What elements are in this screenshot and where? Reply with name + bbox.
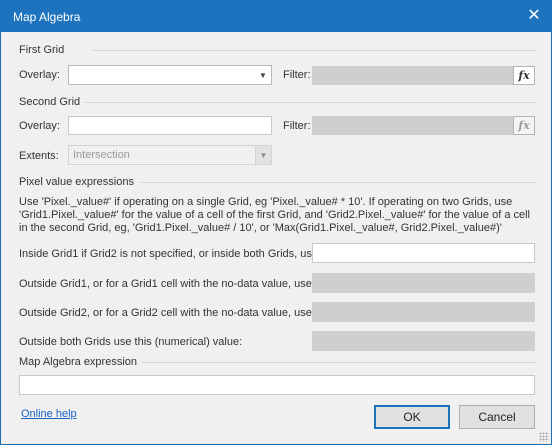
map-algebra-dialog: Map Algebra ✕ First Grid Overlay: ▼ Filt… <box>0 0 552 445</box>
first-filter-fx-icon[interactable]: fx <box>513 66 535 85</box>
second-grid-title: Second Grid <box>19 96 81 108</box>
ok-button[interactable]: OK <box>374 405 450 429</box>
outside-grid2-label: Outside Grid2, or for a Grid2 cell with … <box>19 307 315 319</box>
first-grid-separator <box>93 50 536 51</box>
map-algebra-separator <box>142 362 536 363</box>
pixel-expressions-separator <box>141 182 536 183</box>
second-filter-fx-icon: fx <box>513 116 535 135</box>
close-icon[interactable]: ✕ <box>517 1 551 29</box>
extents-label: Extents: <box>19 150 59 162</box>
extents-value: Intersection <box>73 149 130 161</box>
second-filter-label: Filter: <box>283 120 311 132</box>
first-overlay-label: Overlay: <box>19 69 60 81</box>
second-grid-separator <box>85 102 536 103</box>
map-algebra-expression-title: Map Algebra expression <box>19 356 138 368</box>
outside-grid2-field <box>312 302 535 322</box>
first-grid-title: First Grid <box>19 44 65 56</box>
inside-expression-field[interactable] <box>312 243 535 263</box>
title-bar: Map Algebra ✕ <box>1 1 551 32</box>
cancel-button[interactable]: Cancel <box>459 405 535 429</box>
dialog-content: First Grid Overlay: ▼ Filter: fx Second … <box>1 32 551 444</box>
first-filter-label: Filter: <box>283 69 311 81</box>
outside-both-label: Outside both Grids use this (numerical) … <box>19 336 243 348</box>
outside-grid1-label: Outside Grid1, or for a Grid1 cell with … <box>19 278 315 290</box>
map-algebra-expression-field[interactable] <box>19 375 535 395</box>
second-filter-field <box>312 116 513 135</box>
pixel-expressions-description: Use 'Pixel._value#' if operating on a si… <box>19 196 531 234</box>
online-help-link[interactable]: Online help <box>21 408 77 420</box>
extents-combo: Intersection ▼ <box>68 145 272 165</box>
window-title: Map Algebra <box>13 10 81 24</box>
pixel-expressions-title: Pixel value expressions <box>19 176 134 188</box>
outside-both-field <box>312 331 535 351</box>
inside-label: Inside Grid1 if Grid2 is not specified, … <box>19 248 322 260</box>
first-filter-field[interactable] <box>312 66 513 85</box>
second-overlay-label: Overlay: <box>19 120 60 132</box>
second-overlay-field[interactable] <box>68 116 272 135</box>
chevron-down-icon[interactable]: ▼ <box>255 66 271 84</box>
outside-grid1-field <box>312 273 535 293</box>
resize-grip[interactable] <box>539 432 549 442</box>
first-overlay-combo[interactable]: ▼ <box>68 65 272 85</box>
chevron-down-icon: ▼ <box>255 146 271 164</box>
